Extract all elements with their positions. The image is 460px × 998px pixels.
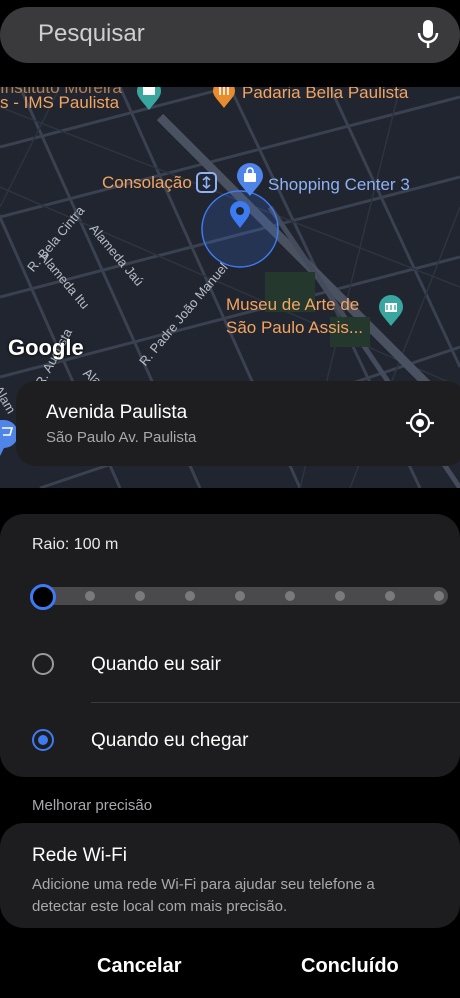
radius-label: Raio: 100 m [32, 536, 119, 553]
section-label-precision: Melhorar precisão [32, 797, 153, 814]
option-leave[interactable]: Quando eu sair [32, 653, 412, 677]
radius-slider-thumb[interactable] [30, 584, 56, 610]
poi-museu-line1[interactable]: Museu de Arte de [226, 295, 359, 315]
restaurant-pin-icon[interactable] [212, 87, 236, 109]
poi-padaria[interactable]: Padaria Bella Paulista [242, 87, 408, 103]
microphone-icon[interactable] [414, 19, 442, 51]
divider [91, 702, 460, 703]
slider-step-dot [185, 591, 195, 601]
selected-location-pin-icon[interactable] [229, 201, 251, 229]
google-logo: Google [8, 335, 84, 360]
poi-ims[interactable]: s - IMS Paulista [0, 93, 119, 113]
shopping-pin-icon[interactable] [236, 163, 264, 197]
metro-station-icon[interactable] [196, 172, 217, 193]
slider-step-dot [135, 591, 145, 601]
location-title: Avenida Paulista [46, 402, 188, 423]
radius-slider-track[interactable] [30, 587, 448, 605]
location-subtitle: São Paulo Av. Paulista [46, 429, 197, 446]
option-arrive-label: Quando eu chegar [91, 730, 249, 751]
slider-step-dot [285, 591, 295, 601]
done-button[interactable]: Concluído [295, 954, 405, 979]
slider-step-dot [434, 591, 444, 601]
poi-consolacao[interactable]: Consolação [102, 173, 192, 193]
ims-pin-icon[interactable] [136, 87, 162, 111]
my-location-icon[interactable] [405, 408, 435, 438]
option-leave-label: Quando eu sair [91, 654, 221, 675]
search-input[interactable]: Pesquisar [38, 20, 145, 48]
slider-step-dot [335, 591, 345, 601]
slider-step-dot [385, 591, 395, 601]
museum-pin-icon[interactable] [378, 295, 404, 327]
radio-arrive[interactable] [32, 729, 54, 751]
cancel-button[interactable]: Cancelar [91, 954, 188, 979]
poi-museu-line2[interactable]: São Paulo Assis... [226, 318, 363, 338]
wifi-description: Adicione uma rede Wi-Fi para ajudar seu … [32, 876, 375, 915]
wifi-title: Rede Wi-Fi [32, 845, 128, 866]
slider-step-dot [85, 591, 95, 601]
radio-leave[interactable] [32, 653, 54, 675]
slider-step-dot [235, 591, 245, 601]
option-arrive[interactable]: Quando eu chegar [32, 729, 412, 753]
poi-shopping[interactable]: Shopping Center 3 [268, 175, 410, 195]
